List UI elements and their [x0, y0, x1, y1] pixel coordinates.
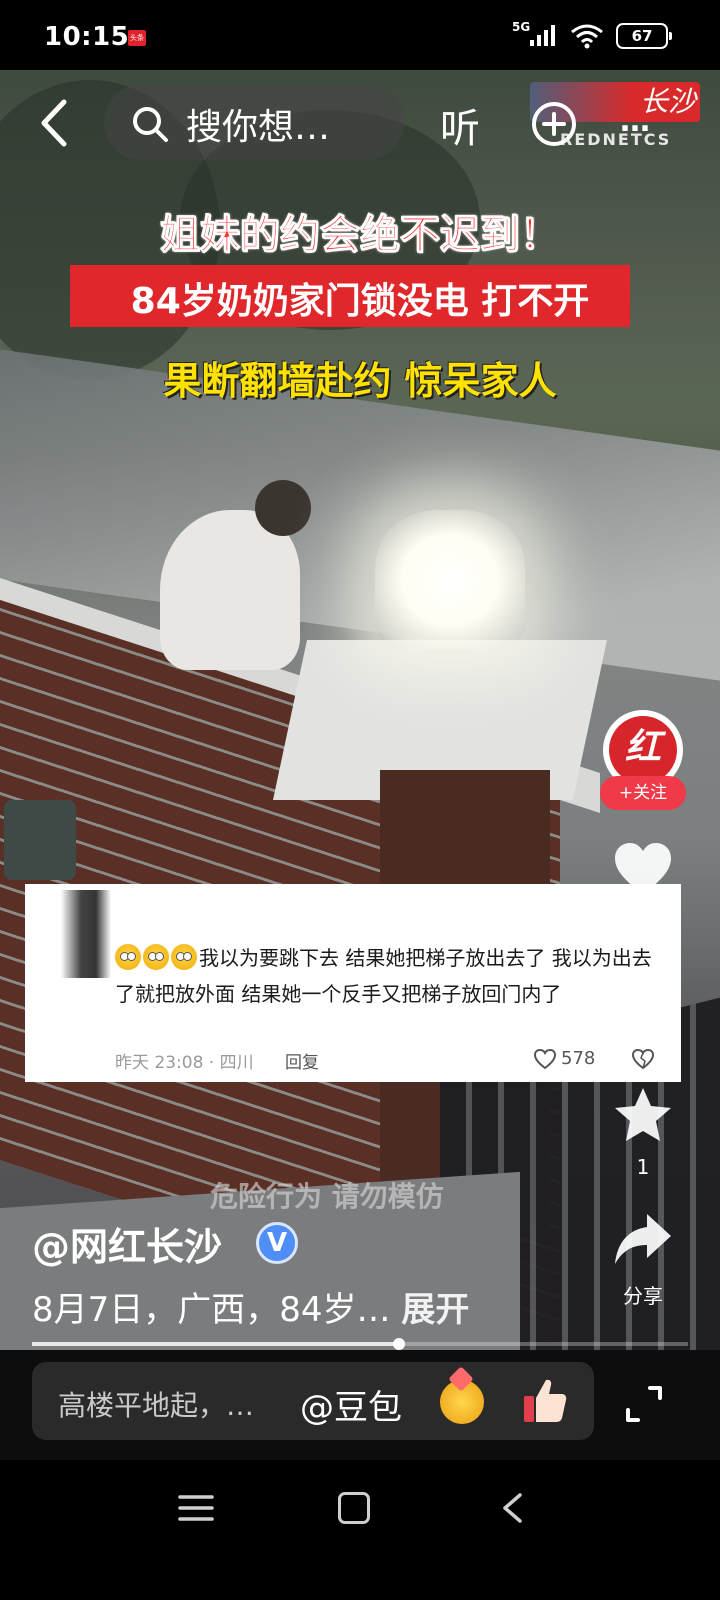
party-emoji-icon[interactable]	[440, 1380, 484, 1424]
author-name[interactable]: @网红长沙	[32, 1216, 222, 1271]
safety-warning: 危险行为 请勿模仿	[210, 1180, 444, 1213]
comment-like-count: 578	[561, 1048, 596, 1069]
plant-pot	[4, 800, 76, 880]
video-caption-line2: 84岁奶奶家门锁没电 打不开	[130, 281, 590, 322]
search-icon	[133, 107, 168, 142]
avatar-logo: 红	[609, 716, 677, 784]
search-placeholder: 搜你想…	[186, 107, 331, 148]
star-icon[interactable]	[611, 1085, 675, 1145]
crying-emoji-icon	[115, 944, 141, 970]
favorite-count: 1	[636, 1155, 650, 1179]
wifi-icon	[571, 24, 603, 49]
share-arrow-icon[interactable]	[611, 1210, 675, 1270]
system-navigation-bar	[0, 1460, 720, 1600]
verified-badge-icon: V	[256, 1222, 298, 1264]
pillar-lamp	[375, 510, 525, 650]
battery-indicator: 67	[616, 23, 672, 49]
recent-apps-icon[interactable]	[178, 1494, 214, 1522]
follow-button[interactable]: +关注	[600, 776, 686, 810]
grandma-head	[255, 480, 311, 536]
video-caption-line3: 果断翻墙赴约 惊呆家人	[163, 359, 557, 403]
listen-button[interactable]: 听	[440, 96, 480, 154]
commenter-avatar	[61, 890, 111, 978]
status-icons: 67	[528, 22, 672, 50]
expand-link[interactable]: 展开	[401, 1290, 469, 1330]
home-icon[interactable]	[338, 1492, 370, 1524]
reply-button[interactable]: 回复	[285, 1048, 319, 1073]
comment-text: 我以为要跳下去 结果她把梯子放出去了 我以为出去了就把放外面 结果她一个反手又把…	[115, 940, 655, 1012]
thumbs-up-icon[interactable]	[522, 1376, 568, 1424]
featured-comment[interactable]: 我以为要跳下去 结果她把梯子放出去了 我以为出去了就把放外面 结果她一个反手又把…	[25, 884, 681, 1082]
comment-meta: 昨天 23:08 · 四川	[115, 1053, 254, 1073]
plus-circle-icon[interactable]	[530, 100, 578, 148]
video-description[interactable]: 8月7日，广西，84岁… 展开	[32, 1282, 469, 1331]
fullscreen-icon[interactable]	[624, 1384, 664, 1424]
doubao-mention[interactable]: @豆包	[300, 1380, 402, 1429]
chevron-left-icon[interactable]	[36, 98, 76, 148]
progress-fill	[32, 1342, 400, 1346]
status-time: 10:15	[44, 22, 130, 52]
signal-icon	[530, 25, 555, 46]
video-progress-bar[interactable]	[32, 1338, 688, 1350]
broken-heart-icon[interactable]	[631, 1048, 655, 1070]
crying-emoji-icon	[171, 944, 197, 970]
heart-outline-icon[interactable]	[533, 1048, 557, 1070]
app-notification-icon: 头条	[128, 30, 146, 46]
back-icon[interactable]	[500, 1492, 524, 1524]
crying-emoji-icon	[143, 944, 169, 970]
video-caption-line1: 姐妹的约会绝不迟到！	[160, 212, 561, 259]
status-bar: 10:15 头条 5G 67	[0, 0, 720, 70]
more-button[interactable]: …	[620, 104, 652, 139]
description-text: 8月7日，广西，84岁…	[32, 1290, 391, 1330]
input-placeholder: 高楼平地起，…	[58, 1389, 255, 1422]
share-label: 分享	[623, 1284, 663, 1308]
